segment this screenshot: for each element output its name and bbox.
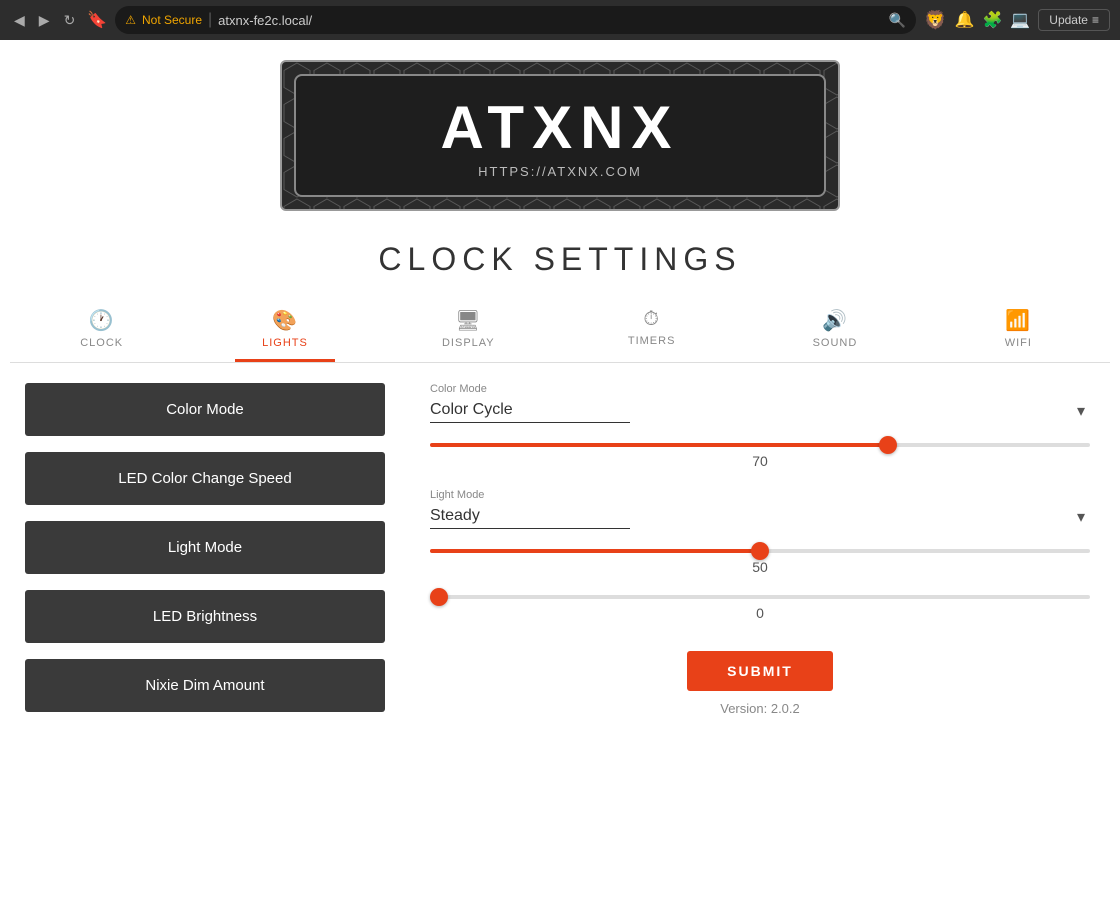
update-button[interactable]: Update ≡ bbox=[1038, 9, 1110, 31]
submit-section: SUBMIT Version: 2.0.2 bbox=[430, 651, 1090, 716]
color-mode-button[interactable]: Color Mode bbox=[25, 383, 385, 436]
page-content: ATXNX HTTPS://ATXNX.COM CLOCK SETTINGS 🕐… bbox=[0, 40, 1120, 903]
not-secure-label: Not Secure bbox=[142, 13, 202, 27]
tab-lights-label: LIGHTS bbox=[262, 337, 308, 349]
url-text: atxnx-fe2c.local/ bbox=[218, 13, 882, 28]
extensions-icon: 🧩 bbox=[982, 10, 1002, 30]
main-layout: Color Mode LED Color Change Speed Light … bbox=[10, 363, 1110, 763]
light-mode-section: Light Mode Steady Pulse Strobe ▾ bbox=[430, 489, 1090, 529]
notification-icon: 🔔 bbox=[955, 10, 975, 30]
led-brightness-value: 50 bbox=[430, 559, 1090, 575]
tabs-container: 🕐 CLOCK 🎨 LIGHTS 🖥 DISPLAY ⏱ TIMERS 🔊 SO… bbox=[10, 298, 1110, 363]
update-label: Update bbox=[1049, 13, 1088, 27]
browser-actions: 🦁 🔔 🧩 💻 Update ≡ bbox=[924, 9, 1110, 31]
nixie-dim-section: 0 bbox=[430, 595, 1090, 621]
color-mode-section: Color Mode Color Cycle Static Rainbow ▾ bbox=[430, 383, 1090, 423]
tab-sound[interactable]: 🔊 SOUND bbox=[785, 298, 885, 362]
light-mode-label: Light Mode bbox=[430, 489, 1090, 501]
reload-button[interactable]: ↻ bbox=[60, 8, 80, 33]
color-mode-label: Color Mode bbox=[430, 383, 1090, 395]
nixie-dim-amount-button[interactable]: Nixie Dim Amount bbox=[25, 659, 385, 712]
tab-wifi[interactable]: 📶 WIFI bbox=[968, 298, 1068, 362]
light-mode-select[interactable]: Steady Pulse Strobe bbox=[430, 505, 630, 529]
led-speed-value: 70 bbox=[430, 453, 1090, 469]
profile-icon: 💻 bbox=[1010, 10, 1030, 30]
led-color-change-speed-button[interactable]: LED Color Change Speed bbox=[25, 452, 385, 505]
led-brightness-section: 50 bbox=[430, 549, 1090, 575]
light-mode-arrow-icon: ▾ bbox=[1077, 507, 1085, 527]
page-title: CLOCK SETTINGS bbox=[378, 241, 741, 278]
color-mode-select[interactable]: Color Cycle Static Rainbow bbox=[430, 399, 630, 423]
display-icon: 🖥 bbox=[455, 308, 481, 333]
browser-chrome: ◀ ▶ ↻ 🔖 ⚠ Not Secure | atxnx-fe2c.local/… bbox=[0, 0, 1120, 40]
security-warning-icon: ⚠ bbox=[125, 13, 136, 27]
led-brightness-slider[interactable] bbox=[430, 549, 1090, 553]
lights-icon: 🎨 bbox=[272, 308, 298, 333]
content-area: Color Mode Color Cycle Static Rainbow ▾ … bbox=[400, 363, 1110, 763]
address-bar[interactable]: ⚠ Not Secure | atxnx-fe2c.local/ 🔍 bbox=[115, 6, 916, 34]
bookmark-icon: 🔖 bbox=[87, 10, 107, 30]
tab-display-label: DISPLAY bbox=[442, 337, 495, 349]
tab-timers-label: TIMERS bbox=[628, 335, 676, 347]
tab-clock[interactable]: 🕐 CLOCK bbox=[52, 298, 152, 362]
tab-lights[interactable]: 🎨 LIGHTS bbox=[235, 298, 335, 362]
nav-buttons: ◀ ▶ ↻ bbox=[10, 8, 79, 33]
led-speed-slider[interactable] bbox=[430, 443, 1090, 447]
light-mode-dropdown-wrapper: Steady Pulse Strobe ▾ bbox=[430, 505, 1090, 529]
led-brightness-button[interactable]: LED Brightness bbox=[25, 590, 385, 643]
nixie-dim-value: 0 bbox=[430, 605, 1090, 621]
sound-icon: 🔊 bbox=[822, 308, 848, 333]
color-mode-dropdown-wrapper: Color Cycle Static Rainbow ▾ bbox=[430, 399, 1090, 423]
wifi-icon: 📶 bbox=[1005, 308, 1031, 333]
version-text: Version: 2.0.2 bbox=[720, 701, 800, 716]
brave-icon: 🦁 bbox=[924, 10, 946, 31]
timers-icon: ⏱ bbox=[643, 308, 660, 331]
back-button[interactable]: ◀ bbox=[10, 8, 29, 33]
forward-button[interactable]: ▶ bbox=[35, 8, 54, 33]
logo-outer-box: ATXNX HTTPS://ATXNX.COM bbox=[280, 60, 840, 211]
clock-icon: 🕐 bbox=[89, 308, 115, 333]
tab-clock-label: CLOCK bbox=[80, 337, 123, 349]
logo-inner-box: ATXNX HTTPS://ATXNX.COM bbox=[294, 74, 826, 197]
tab-wifi-label: WIFI bbox=[1005, 337, 1032, 349]
submit-button[interactable]: SUBMIT bbox=[687, 651, 833, 691]
logo-url: HTTPS://ATXNX.COM bbox=[326, 164, 794, 179]
tab-timers[interactable]: ⏱ TIMERS bbox=[602, 298, 702, 362]
logo-title: ATXNX bbox=[326, 98, 794, 158]
tab-sound-label: SOUND bbox=[813, 337, 858, 349]
separator: | bbox=[208, 11, 212, 29]
search-icon: 🔍 bbox=[889, 12, 906, 29]
menu-icon: ≡ bbox=[1092, 13, 1099, 27]
light-mode-button[interactable]: Light Mode bbox=[25, 521, 385, 574]
color-mode-arrow-icon: ▾ bbox=[1077, 401, 1085, 421]
sidebar: Color Mode LED Color Change Speed Light … bbox=[10, 363, 400, 763]
logo-container: ATXNX HTTPS://ATXNX.COM bbox=[280, 60, 840, 211]
nixie-dim-slider[interactable] bbox=[430, 595, 1090, 599]
tab-display[interactable]: 🖥 DISPLAY bbox=[418, 298, 518, 362]
led-speed-section: 70 bbox=[430, 443, 1090, 469]
